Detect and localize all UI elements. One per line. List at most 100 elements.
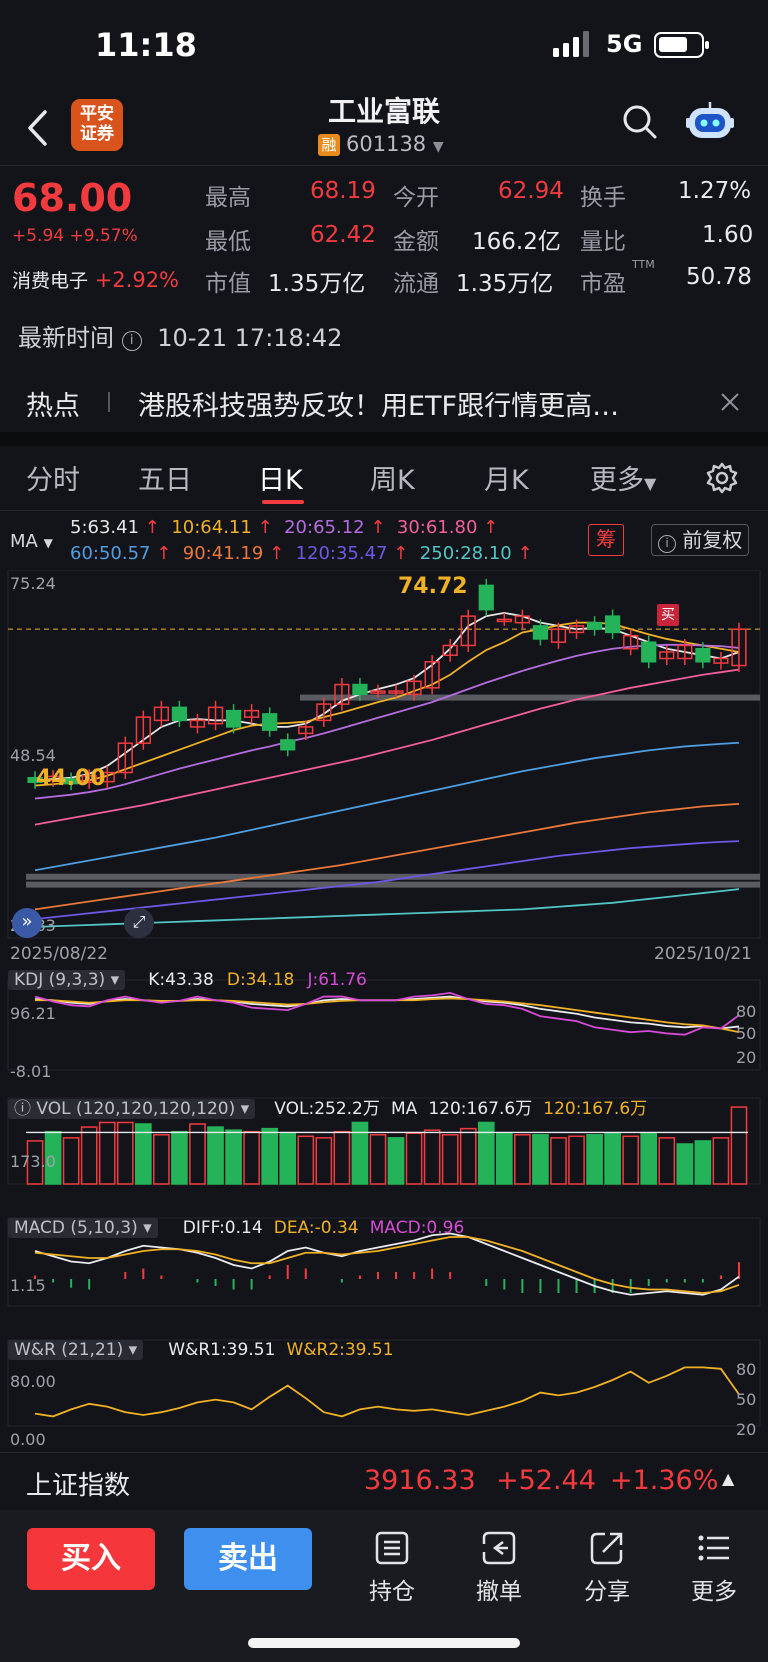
volume-bar (62, 1137, 80, 1185)
low-marker: 44.00 (36, 766, 106, 791)
vol-selector[interactable]: ⓘ VOL (120,120,120,120) ▾ (8, 1099, 256, 1119)
volume-bar (207, 1126, 224, 1185)
kdj-ref-80: 80 (736, 1002, 757, 1021)
index-name: 上证指数 (26, 1471, 131, 1501)
ma-line-90 (34, 802, 740, 911)
kdj-selector[interactable]: KDJ (9,3,3) ▾ (8, 970, 126, 990)
volume-bar (369, 1134, 387, 1185)
volume-bar (116, 1121, 134, 1185)
volume-bar (477, 1121, 495, 1185)
stock-code-selector[interactable]: 601138 ▼ (346, 132, 444, 156)
vol-y: 173.0 (10, 1152, 56, 1171)
candle (641, 641, 657, 663)
tab-daily-k[interactable]: 日K (258, 458, 303, 497)
support-band (300, 694, 760, 701)
index-ticker[interactable]: 上证指数 3916.33 +52.44 +1.36% ▲ (0, 1452, 768, 1510)
volume-bar (405, 1132, 423, 1185)
low-value: 62.42 (310, 222, 376, 248)
sell-button[interactable]: 卖出 (184, 1528, 312, 1590)
status-bar: 11:18 5G (0, 0, 768, 90)
vol-legend: ⓘ VOL (120,120,120,120) ▾ VOL:252.2万 MA … (8, 1094, 647, 1119)
chevron-down-icon: ▼ (432, 139, 444, 155)
positions-button[interactable]: 持仓 (352, 1530, 432, 1606)
volume-bar (694, 1140, 712, 1185)
index-pct: +1.36% (610, 1465, 719, 1496)
adjust-selector[interactable]: i 前复权 (651, 524, 750, 556)
hot-news-bar[interactable]: 热点 港股科技强势反攻！用ETF跟行情更高… (0, 378, 768, 430)
macd-line-diff (34, 1232, 740, 1296)
volume-bar (315, 1137, 333, 1185)
search-icon[interactable] (622, 104, 658, 140)
kline-y-top: 75.24 (10, 574, 56, 593)
buy-button[interactable]: 买入 (27, 1528, 155, 1590)
last-price: 68.00 (12, 176, 133, 220)
kline-y-mid: 48.54 (10, 746, 56, 765)
float-value: 1.35万亿 (456, 271, 554, 297)
turnover-value: 1.27% (678, 178, 752, 204)
sector-link[interactable]: 消费电子 +2.92% (12, 266, 179, 293)
index-value: 3916.33 (364, 1465, 476, 1496)
robot-assistant-icon[interactable] (686, 100, 734, 142)
chevron-up-icon[interactable]: ▲ (722, 1469, 734, 1488)
date-start: 2025/08/22 (10, 944, 108, 964)
candle (605, 615, 621, 634)
tab-five-day[interactable]: 五日 (138, 458, 192, 497)
battery-icon (654, 32, 709, 58)
tab-monthly-k[interactable]: 月K (484, 458, 529, 497)
hot-headline[interactable]: 港股科技强势反攻！用ETF跟行情更高… (138, 384, 619, 423)
signal-icon (553, 31, 589, 57)
wr-ref-80: 80 (736, 1360, 757, 1379)
volume-bar (532, 1134, 549, 1185)
tab-more[interactable]: 更多▼ (590, 458, 656, 497)
gear-icon[interactable] (706, 462, 738, 494)
volume-bar (514, 1134, 531, 1185)
volume-bar (495, 1132, 513, 1185)
fullscreen-icon[interactable]: ⤢ (124, 908, 154, 938)
candle (171, 706, 188, 722)
active-tab-indicator (262, 500, 304, 504)
volume-bar (441, 1134, 459, 1185)
wr-y-bot: 0.00 (10, 1430, 46, 1449)
kline-chart[interactable] (0, 570, 768, 1452)
kdj-y-bot: -8.01 (10, 1062, 52, 1081)
mcap-value: 1.35万亿 (268, 271, 366, 297)
date-end: 2025/10/21 (654, 944, 752, 964)
volume-bar (351, 1121, 369, 1185)
cancel-order-button[interactable]: 撤单 (459, 1530, 539, 1606)
wr-ref-50: 50 (736, 1390, 757, 1409)
vol-ratio-label: 量比 (580, 229, 626, 255)
volume-bar (676, 1143, 694, 1185)
expand-left-icon[interactable]: » (12, 908, 42, 938)
close-icon[interactable] (720, 392, 740, 412)
open-value: 62.94 (498, 178, 564, 204)
ma-selector[interactable]: MA ▼ (10, 531, 53, 552)
pe-value: 50.78 (686, 264, 752, 290)
share-button[interactable]: 分享 (567, 1530, 647, 1606)
chip-distribution-button[interactable]: 筹 (588, 524, 624, 556)
amount-label: 金额 (393, 229, 439, 255)
menu-icon (698, 1535, 729, 1561)
wr-selector[interactable]: W&R (21,21) ▾ (8, 1340, 144, 1360)
kdj-ref-50: 50 (736, 1024, 757, 1043)
volume-bar (568, 1135, 585, 1185)
margin-tag: 融 (318, 134, 340, 156)
candle (586, 621, 603, 630)
tab-weekly-k[interactable]: 周K (370, 458, 415, 497)
tab-minute[interactable]: 分时 (26, 458, 80, 497)
volume-bar (459, 1127, 477, 1185)
info-icon[interactable]: i (121, 331, 142, 351)
macd-selector[interactable]: MACD (5,10,3) ▾ (8, 1218, 158, 1238)
macd-y: 1.15 (10, 1276, 46, 1295)
status-time: 11:18 (95, 26, 197, 64)
support-band (26, 881, 306, 888)
volume-bar (604, 1132, 621, 1185)
pe-label: 市盈 (580, 271, 626, 297)
period-tabs: 分时 五日 日K 周K 月K 更多▼ (0, 448, 768, 508)
volume-bar (171, 1130, 188, 1185)
volume-bar (622, 1135, 640, 1185)
index-change: +52.44 (496, 1465, 596, 1496)
info-icon: i (658, 535, 676, 553)
wr-line (34, 1366, 740, 1418)
more-button[interactable]: 更多 (674, 1530, 754, 1606)
turnover-label: 换手 (580, 185, 626, 211)
